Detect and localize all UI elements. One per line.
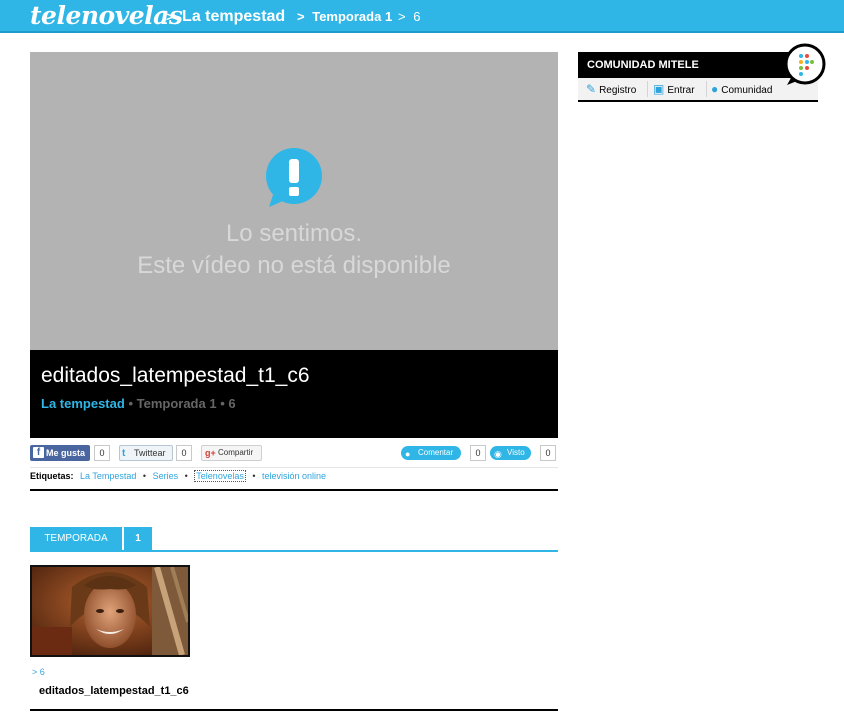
video-meta: La tempestad • Temporada 1 • 6 xyxy=(41,396,236,411)
speech-bubble-icon: ● xyxy=(711,82,719,96)
episode-number-chevron: > xyxy=(32,667,38,677)
comment-count: 0 xyxy=(470,445,486,461)
twitter-tweet-label: Twittear xyxy=(134,448,166,458)
comment-bubble-icon: ● xyxy=(405,449,411,459)
divider xyxy=(647,81,648,97)
season-tab-underline xyxy=(30,550,558,552)
video-season: Temporada 1 xyxy=(136,396,217,411)
tag-link[interactable]: Series xyxy=(153,471,179,481)
mitele-logo-icon[interactable] xyxy=(783,42,827,86)
community-link[interactable]: ● Comunidad xyxy=(711,78,772,100)
community-widget: COMUNIDAD MITELE ✎ Registro ▣ Entrar ● Comu… xyxy=(578,43,826,104)
tag-link[interactable]: televisión online xyxy=(262,471,326,481)
divider xyxy=(30,489,558,491)
video-show-link[interactable]: La tempestad xyxy=(41,396,125,411)
tag-separator: • xyxy=(184,471,188,481)
comment-button[interactable]: ● Comentar xyxy=(401,446,461,460)
season-tab-1[interactable]: 1 xyxy=(124,527,152,551)
community-title: COMUNIDAD MITELE xyxy=(578,52,818,78)
breadcrumb-show-label: La tempestad xyxy=(182,8,286,25)
site-logo[interactable]: telenovelas xyxy=(30,1,183,30)
register-link[interactable]: ✎ Registro xyxy=(586,78,636,100)
twitter-bird-icon: t xyxy=(122,448,126,459)
tag-separator: • xyxy=(252,471,256,481)
episode-thumbnail[interactable] xyxy=(30,565,190,657)
facebook-like-count: 0 xyxy=(94,445,110,461)
pencil-icon: ✎ xyxy=(586,82,597,96)
login-label: Entrar xyxy=(667,85,695,96)
tags-label: Etiquetas: xyxy=(30,471,74,481)
register-label: Registro xyxy=(599,85,637,96)
tag-separator: • xyxy=(142,471,147,481)
community-label: Comunidad xyxy=(721,85,773,96)
breadcrumb-episode: > 6 xyxy=(398,0,420,33)
unavailable-message-line2: Este vídeo no está disponible xyxy=(137,252,451,279)
divider xyxy=(30,467,558,468)
facebook-icon: f xyxy=(33,447,44,458)
episode-title[interactable]: editados_latempestad_t1_c6 xyxy=(39,685,189,697)
facebook-like-label: Me gusta xyxy=(46,448,86,458)
tag-link[interactable]: Telenovelas xyxy=(194,470,246,482)
tags-row: Etiquetas: La Tempestad • Series • Telen… xyxy=(30,470,558,487)
views-count: 0 xyxy=(540,445,556,461)
lock-icon: ▣ xyxy=(653,82,665,96)
facebook-like-button[interactable]: f Me gusta xyxy=(30,445,90,461)
episode-thumbnail-image xyxy=(32,567,188,655)
google-share-button[interactable]: g+ Compartir xyxy=(201,445,262,461)
divider xyxy=(30,709,558,711)
twitter-tweet-count: 0 xyxy=(176,445,192,461)
breadcrumb-season-label: Temporada 1 xyxy=(312,9,393,24)
meta-separator: • xyxy=(220,396,225,411)
breadcrumb-show[interactable]: > La tempestad xyxy=(166,0,285,33)
unavailable-message-line1: Lo sentimos. xyxy=(225,220,363,247)
google-share-label: Compartir xyxy=(218,448,254,457)
video-episode: 6 xyxy=(228,396,236,411)
breadcrumb-episode-label: 6 xyxy=(413,9,421,24)
login-link[interactable]: ▣ Entrar xyxy=(653,78,695,100)
social-bar: f Me gusta 0 t Twittear 0 g+ Compartir ●… xyxy=(30,445,558,463)
community-links: ✎ Registro ▣ Entrar ● Comunidad xyxy=(578,78,818,102)
episode-number-value: 6 xyxy=(39,667,45,677)
comment-label: Comentar xyxy=(418,448,454,457)
breadcrumb-season[interactable]: > Temporada 1 xyxy=(297,0,392,33)
season-tab-label: TEMPORADA xyxy=(30,527,122,551)
divider xyxy=(706,81,707,97)
tag-link[interactable]: La Tempestad xyxy=(80,471,136,481)
breadcrumb-separator: > xyxy=(166,9,174,24)
breadcrumb-separator: > xyxy=(398,9,406,24)
views-button[interactable]: ◉ Visto xyxy=(490,446,531,460)
eye-icon: ◉ xyxy=(494,449,502,459)
exclamation-bubble-icon xyxy=(266,148,322,207)
video-info-box: editados_latempestad_t1_c6 La tempestad … xyxy=(30,350,558,438)
twitter-tweet-button[interactable]: t Twittear xyxy=(119,445,173,461)
top-bar: telenovelas > La tempestad > Temporada 1… xyxy=(0,0,844,33)
episode-number[interactable]: > 6 xyxy=(32,667,45,677)
video-player[interactable]: Lo sentimos. Este vídeo no está disponib… xyxy=(30,52,558,350)
google-plus-icon: g+ xyxy=(205,448,216,458)
meta-separator: • xyxy=(128,396,133,411)
views-label: Visto xyxy=(507,448,525,457)
breadcrumb-separator: > xyxy=(297,9,305,24)
video-title: editados_latempestad_t1_c6 xyxy=(41,364,310,387)
